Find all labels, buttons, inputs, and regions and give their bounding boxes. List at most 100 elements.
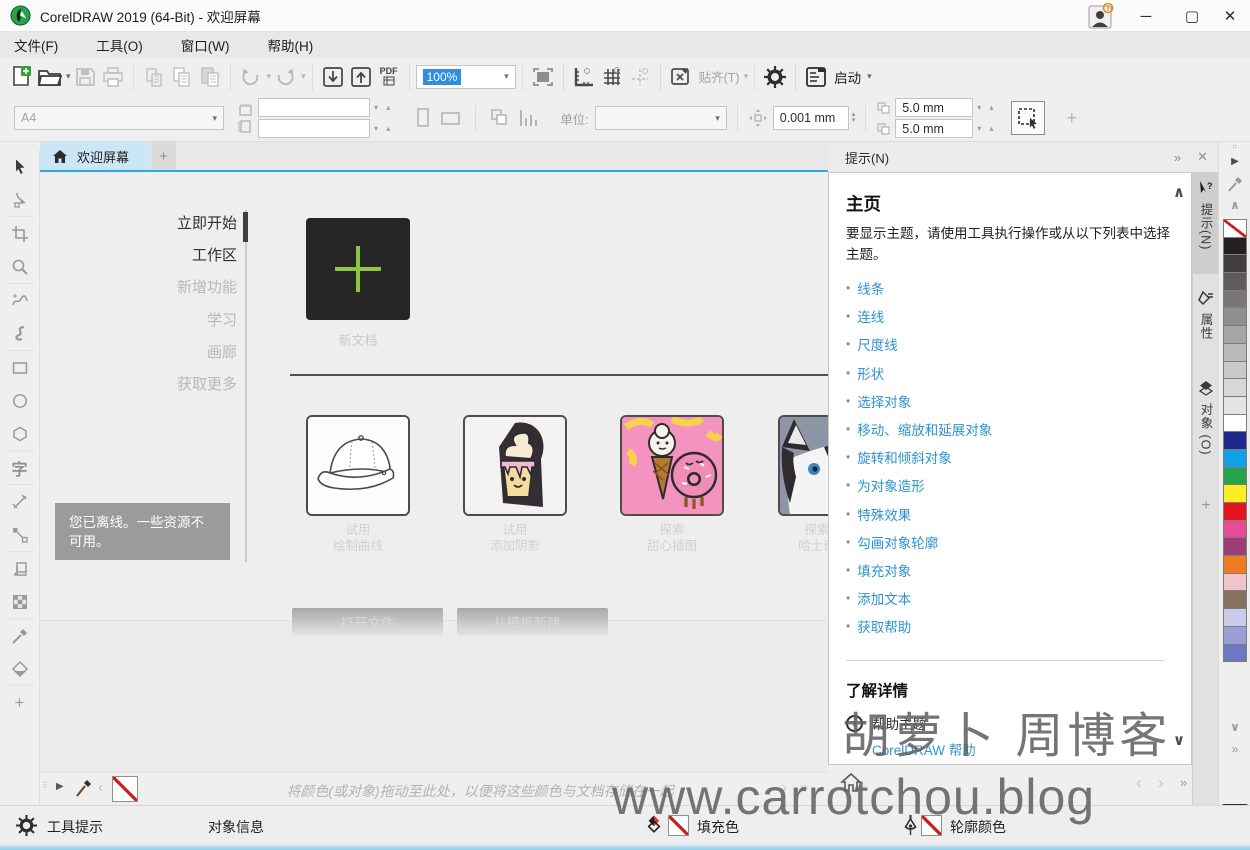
show-rulers-icon[interactable] bbox=[570, 63, 598, 91]
crop-tool[interactable] bbox=[3, 217, 37, 250]
menu-help[interactable]: 帮助(H) bbox=[267, 35, 313, 55]
color-swatch[interactable] bbox=[1223, 572, 1247, 592]
open-file-button[interactable]: 打开文件 bbox=[292, 608, 443, 636]
tips-link-select-objects[interactable]: • 选择对象 bbox=[846, 394, 992, 410]
maximize-button[interactable]: ▢ bbox=[1172, 1, 1212, 31]
tips-link-connectors[interactable]: • 连线 bbox=[846, 309, 992, 325]
tips-close-icon[interactable]: ✕ bbox=[1197, 149, 1208, 165]
tips-link-dimension-lines[interactable]: • 尺度线 bbox=[846, 337, 992, 353]
portrait-icon[interactable] bbox=[409, 104, 437, 132]
nav-back-icon[interactable]: ‹ bbox=[1136, 773, 1142, 793]
nav-forward-icon[interactable]: › bbox=[1158, 773, 1164, 793]
color-swatch[interactable] bbox=[1223, 466, 1247, 486]
interactive-fill-tool[interactable] bbox=[3, 652, 37, 685]
artistic-media-tool[interactable] bbox=[3, 317, 37, 350]
tips-link-add-text[interactable]: • 添加文本 bbox=[846, 591, 992, 607]
page-width-input[interactable] bbox=[258, 98, 370, 117]
color-eyedropper-tool[interactable] bbox=[3, 619, 37, 652]
zoom-dropdown-icon[interactable]: ▾ bbox=[504, 71, 509, 82]
nav-whats-new[interactable]: 新增功能 bbox=[177, 276, 237, 297]
palette-eyedropper-icon[interactable] bbox=[74, 777, 92, 799]
freehand-tool[interactable] bbox=[3, 284, 37, 317]
nav-workspace[interactable]: 工作区 bbox=[192, 244, 237, 265]
outline-none-swatch[interactable] bbox=[921, 815, 942, 836]
color-swatch[interactable] bbox=[1223, 307, 1247, 327]
export-icon[interactable] bbox=[347, 63, 375, 91]
tips-link-outline-objects[interactable]: • 勾画对象轮廓 bbox=[846, 535, 992, 551]
close-button[interactable]: ✕ bbox=[1210, 1, 1250, 31]
palette-scroll-up-icon[interactable]: ∧ bbox=[1219, 198, 1250, 212]
palette-scroll-right-icon[interactable]: › bbox=[782, 779, 787, 796]
duplicate-y-spinner[interactable]: ▾ ▴ bbox=[977, 124, 996, 133]
color-swatch[interactable] bbox=[1223, 342, 1247, 362]
nav-learn[interactable]: 学习 bbox=[207, 309, 237, 330]
transparency-tool[interactable] bbox=[3, 585, 37, 618]
undo-icon[interactable] bbox=[237, 63, 265, 91]
coreldraw-help-link[interactable]: CorelDRAW 帮助 bbox=[872, 739, 976, 759]
color-swatch[interactable] bbox=[1223, 448, 1247, 468]
shape-tool[interactable] bbox=[3, 183, 37, 216]
duplicate-x-input[interactable]: 5.0 mm bbox=[895, 98, 974, 117]
add-tools-button[interactable]: + bbox=[3, 686, 37, 719]
palette-flyout-icon[interactable]: ▶ bbox=[56, 781, 64, 792]
add-propbar-icon[interactable]: + bbox=[1067, 108, 1078, 129]
new-document-tile[interactable] bbox=[306, 218, 410, 320]
color-swatch[interactable] bbox=[1223, 555, 1247, 574]
snap-off-icon[interactable] bbox=[667, 63, 695, 91]
status-gear-icon[interactable] bbox=[16, 815, 37, 836]
color-swatch[interactable] bbox=[1223, 643, 1247, 663]
color-swatch[interactable] bbox=[1223, 431, 1247, 450]
tips-link-special-effects[interactable]: • 特殊效果 bbox=[846, 507, 992, 523]
tips-scroll-down-icon[interactable]: ∨ bbox=[1173, 731, 1185, 749]
open-icon[interactable] bbox=[36, 63, 64, 91]
user-account-icon[interactable] bbox=[1088, 3, 1114, 29]
tips-link-fill-objects[interactable]: • 填充对象 bbox=[846, 563, 992, 579]
color-swatch-none[interactable] bbox=[1223, 219, 1247, 238]
tips-link-rotate-skew[interactable]: • 旋转和倾斜对象 bbox=[846, 450, 992, 466]
color-swatch[interactable] bbox=[1223, 502, 1247, 521]
color-swatch[interactable] bbox=[1223, 289, 1247, 309]
tips-link-shapes[interactable]: • 形状 bbox=[846, 366, 992, 382]
page-size-combo[interactable]: A4 ▾ bbox=[14, 106, 224, 130]
card-sweet-illustration[interactable] bbox=[620, 415, 724, 516]
page-size-dropdown-icon[interactable]: ▾ bbox=[212, 113, 217, 124]
color-swatch[interactable] bbox=[1223, 484, 1247, 503]
snap-dropdown-icon[interactable]: ▾ bbox=[744, 71, 749, 82]
ellipse-tool[interactable] bbox=[3, 384, 37, 417]
new-tab-button[interactable]: + bbox=[151, 142, 176, 170]
show-guidelines-icon[interactable] bbox=[626, 63, 654, 91]
all-pages-icon[interactable] bbox=[486, 104, 514, 132]
palette-expand-icon[interactable]: » bbox=[1219, 742, 1250, 756]
units-combo[interactable]: ▾ bbox=[594, 106, 727, 130]
new-from-template-button[interactable]: 从模板新建... bbox=[457, 608, 608, 636]
rectangle-tool[interactable] bbox=[3, 351, 37, 384]
text-tool[interactable]: 字 bbox=[3, 451, 37, 484]
treat-as-filled-button[interactable] bbox=[1010, 101, 1045, 135]
nav-get-started[interactable]: 立即开始 bbox=[177, 212, 237, 233]
color-swatch[interactable] bbox=[1223, 254, 1247, 274]
palette-scroll-left-icon[interactable]: ‹ bbox=[98, 779, 103, 796]
color-swatch[interactable] bbox=[1223, 590, 1247, 610]
color-swatch[interactable] bbox=[1223, 608, 1247, 627]
home-outline-icon[interactable] bbox=[840, 772, 862, 794]
polygon-tool[interactable] bbox=[3, 417, 37, 450]
page-height-spinner[interactable]: ▾ ▴ bbox=[374, 124, 393, 133]
pick-tool[interactable] bbox=[3, 150, 37, 183]
current-page-icon[interactable] bbox=[514, 104, 542, 132]
card-husky[interactable] bbox=[778, 415, 828, 516]
palette-grip[interactable]: ⠛ bbox=[1219, 144, 1250, 153]
launcher-icon[interactable] bbox=[802, 63, 830, 91]
cut-icon[interactable] bbox=[140, 63, 168, 91]
redo-dropdown-icon[interactable]: ▾ bbox=[301, 71, 306, 82]
publish-pdf-icon[interactable]: PDF bbox=[375, 63, 403, 91]
no-color-swatch[interactable] bbox=[112, 776, 138, 802]
show-grid-icon[interactable] bbox=[598, 63, 626, 91]
page-width-spinner[interactable]: ▾ ▴ bbox=[374, 103, 393, 112]
tips-link-lines[interactable]: • 线条 bbox=[846, 281, 992, 297]
outline-pen-icon[interactable] bbox=[903, 813, 918, 837]
color-swatch[interactable] bbox=[1223, 236, 1247, 256]
new-document-icon[interactable] bbox=[8, 63, 36, 91]
tips-link-shape-objects[interactable]: • 为对象造形 bbox=[846, 478, 992, 494]
nudge-input[interactable]: 0.001 mm bbox=[772, 106, 849, 130]
color-swatch[interactable] bbox=[1223, 360, 1247, 380]
